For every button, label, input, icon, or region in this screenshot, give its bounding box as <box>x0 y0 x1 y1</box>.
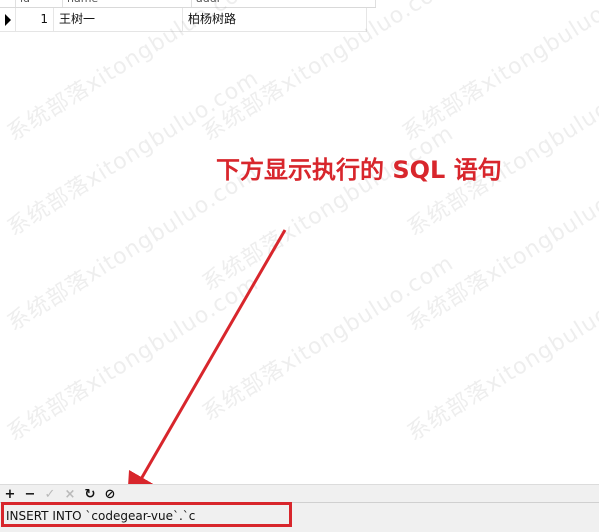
cell-id[interactable]: 1 <box>16 8 54 31</box>
stop-icon[interactable]: ⊘ <box>100 485 120 503</box>
delete-row-icon[interactable]: − <box>20 485 40 503</box>
data-grid: id name addr 1 王树一 柏杨树路 <box>0 0 599 484</box>
discard-changes-icon[interactable]: × <box>60 485 80 503</box>
grid-header: id name addr <box>0 0 376 8</box>
annotation-label: 下方显示执行的 SQL 语句 <box>216 156 502 184</box>
row-indicator <box>0 8 16 31</box>
cell-name[interactable]: 王树一 <box>54 8 183 31</box>
cell-addr[interactable]: 柏杨树路 <box>183 8 367 31</box>
sql-highlight-box <box>1 502 292 527</box>
table-row[interactable]: 1 王树一 柏杨树路 <box>0 8 367 32</box>
header-id[interactable]: id <box>16 0 63 7</box>
refresh-icon[interactable]: ↻ <box>80 485 100 503</box>
current-row-icon <box>5 14 11 26</box>
grid-toolbar: + − ✓ × ↻ ⊘ <box>0 484 599 503</box>
header-name[interactable]: name <box>63 0 192 7</box>
header-addr[interactable]: addr <box>192 0 376 7</box>
apply-changes-icon[interactable]: ✓ <box>40 485 60 503</box>
add-row-icon[interactable]: + <box>0 485 20 503</box>
header-indicator <box>0 0 16 7</box>
